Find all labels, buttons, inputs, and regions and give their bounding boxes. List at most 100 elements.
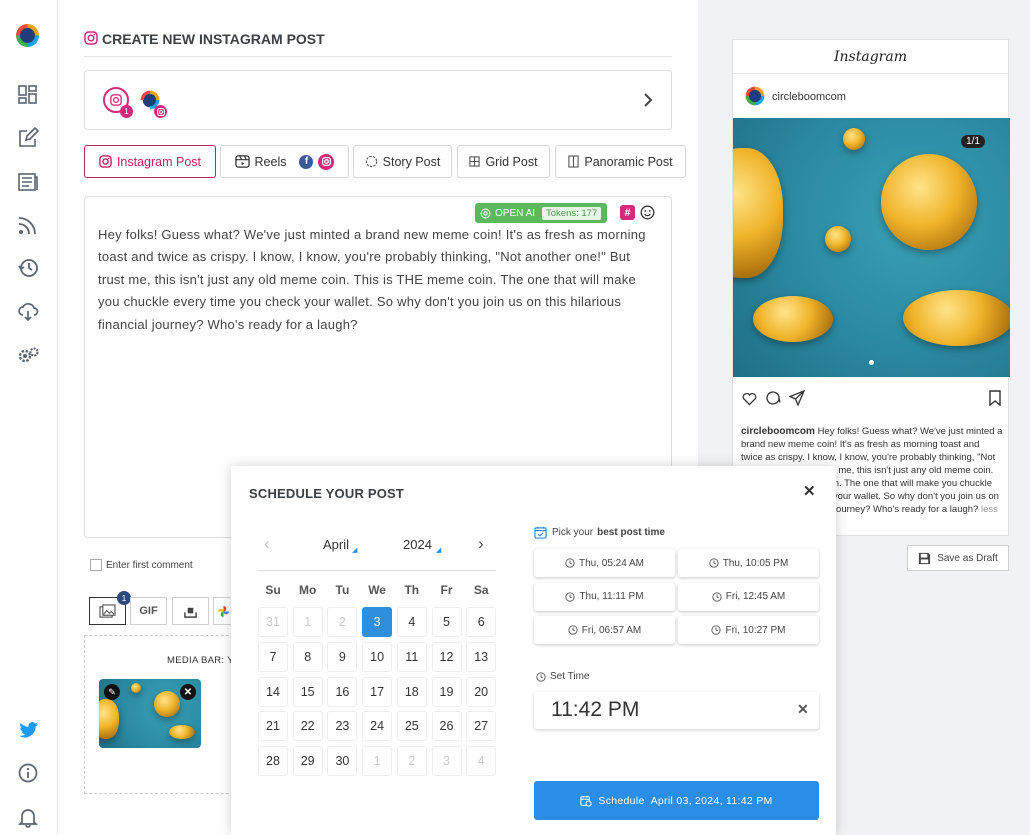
- tab-reels[interactable]: Reels f: [220, 145, 349, 178]
- calendar-day[interactable]: 7: [258, 641, 288, 672]
- grid-icon: [469, 156, 481, 167]
- bookmark-icon[interactable]: [988, 390, 1002, 407]
- rss-icon[interactable]: [17, 214, 39, 236]
- chevron-left-icon[interactable]: ‹: [264, 534, 270, 554]
- tab-instagram-post[interactable]: Instagram Post: [84, 145, 216, 178]
- best-time-prefix: Pick your: [552, 527, 594, 538]
- calendar-day[interactable]: 27: [466, 711, 497, 742]
- save-draft-button[interactable]: Save as Draft: [907, 545, 1009, 571]
- tab-label: Instagram Post: [116, 154, 202, 169]
- best-time-option[interactable]: Fri, 06:57 AM: [534, 616, 675, 644]
- media-count-badge: 1: [117, 591, 131, 605]
- best-time-heading: Pick your best post time: [534, 526, 665, 539]
- weekday-header: Tu: [335, 583, 350, 597]
- coin-image: [843, 128, 865, 150]
- best-time-option[interactable]: Fri, 12:45 AM: [678, 582, 819, 611]
- circleboom-logo[interactable]: [14, 22, 41, 49]
- tab-grid-post[interactable]: Grid Post: [457, 145, 550, 178]
- calendar-day[interactable]: 15: [292, 676, 323, 707]
- share-icon[interactable]: [788, 389, 806, 407]
- compose-icon[interactable]: [17, 127, 39, 149]
- remove-image-icon[interactable]: ✕: [180, 684, 196, 700]
- calendar-day[interactable]: 4: [396, 607, 427, 637]
- clock-icon: [712, 591, 722, 602]
- first-comment-checkbox[interactable]: [90, 559, 102, 571]
- chevron-right-icon[interactable]: ›: [478, 534, 484, 554]
- best-time-bold: best post time: [597, 527, 665, 538]
- calendar-day[interactable]: 12: [431, 641, 462, 672]
- media-thumbnail[interactable]: ✎ ✕: [99, 679, 201, 748]
- emoji-icon[interactable]: [640, 205, 655, 220]
- heart-icon[interactable]: [741, 390, 758, 406]
- comment-icon[interactable]: [765, 390, 781, 406]
- calendar-day[interactable]: 23: [327, 711, 358, 742]
- best-time-option[interactable]: Thu, 05:24 AM: [534, 549, 675, 577]
- dashboard-icon[interactable]: [17, 84, 39, 106]
- calendar-day[interactable]: 17: [362, 676, 393, 707]
- carousel-dot: [869, 360, 874, 365]
- calendar-day[interactable]: 16: [327, 676, 358, 707]
- edit-image-icon[interactable]: ✎: [104, 684, 120, 700]
- calendar-day[interactable]: 19: [431, 676, 462, 707]
- calendar-day[interactable]: 11: [396, 641, 427, 672]
- google-photos-button[interactable]: [213, 597, 233, 625]
- year-value: 2024: [403, 537, 432, 552]
- side-navigation: [0, 0, 58, 835]
- calendar-day[interactable]: 8: [292, 641, 323, 672]
- caption-less-link[interactable]: less: [981, 504, 998, 515]
- calendar-day[interactable]: 18: [396, 676, 427, 707]
- month-select[interactable]: April ◢: [323, 537, 357, 554]
- best-time-option[interactable]: Fri, 10:27 PM: [678, 616, 819, 644]
- cloud-icon[interactable]: [17, 300, 39, 322]
- chevron-right-icon[interactable]: [641, 91, 655, 109]
- calendar-day-selected[interactable]: 3: [362, 607, 393, 637]
- set-time-label: Set Time: [536, 671, 589, 682]
- twitter-icon[interactable]: [17, 719, 39, 741]
- google-photos-icon: [217, 605, 230, 617]
- thumbnail-coin: [99, 699, 119, 739]
- close-icon[interactable]: ✕: [803, 482, 816, 500]
- gif-button[interactable]: GIF: [130, 597, 167, 625]
- bell-icon[interactable]: [17, 806, 39, 828]
- openai-button[interactable]: OPEN AI Tokens: 177: [475, 203, 607, 223]
- settings-icon[interactable]: [17, 344, 39, 366]
- schedule-button[interactable]: Schedule April 03, 2024, 11:42 PM: [534, 781, 819, 820]
- calendar-day[interactable]: 5: [431, 607, 462, 637]
- calendar-day[interactable]: 20: [466, 676, 497, 707]
- tab-story-post[interactable]: Story Post: [353, 145, 452, 178]
- clear-time-icon[interactable]: ✕: [797, 701, 809, 718]
- reels-icon: [234, 155, 250, 168]
- calendar-day[interactable]: 9: [327, 641, 358, 672]
- upload-icon: [184, 607, 197, 618]
- calendar-day[interactable]: 21: [258, 711, 288, 742]
- calendar-day[interactable]: 29: [292, 746, 323, 777]
- info-icon[interactable]: [17, 762, 39, 784]
- calendar-day[interactable]: 25: [396, 711, 427, 742]
- best-time-label: Fri, 06:57 AM: [581, 624, 642, 636]
- openai-icon: [480, 208, 491, 218]
- best-time-option[interactable]: Thu, 10:05 PM: [678, 549, 819, 577]
- calendar-day[interactable]: 22: [292, 711, 323, 742]
- calendar-day[interactable]: 28: [258, 746, 288, 777]
- post-text[interactable]: Hey folks! Guess what? We've just minted…: [98, 224, 660, 336]
- calendar-day[interactable]: 24: [362, 711, 393, 742]
- posts-icon[interactable]: [17, 171, 39, 193]
- account-selector[interactable]: 1: [84, 70, 672, 130]
- calendar-day[interactable]: 6: [466, 607, 497, 637]
- best-time-label: Thu, 10:05 PM: [722, 557, 789, 569]
- calendar-day: 1: [362, 746, 393, 777]
- calendar-day[interactable]: 14: [258, 676, 288, 707]
- history-icon[interactable]: [17, 257, 39, 279]
- calendar-day[interactable]: 30: [327, 746, 358, 777]
- first-comment-label[interactable]: Enter first comment: [106, 560, 193, 571]
- calendar-day[interactable]: 26: [431, 711, 462, 742]
- calendar-day[interactable]: 13: [466, 641, 497, 672]
- upload-button[interactable]: [172, 597, 209, 625]
- tab-panoramic-post[interactable]: Panoramic Post: [555, 145, 686, 178]
- time-value: 11:42 PM: [551, 698, 640, 721]
- year-select[interactable]: 2024 ◢: [403, 537, 441, 554]
- best-time-option[interactable]: Thu, 11:11 PM: [534, 582, 675, 611]
- calendar-day[interactable]: 10: [362, 641, 393, 672]
- time-input[interactable]: 11:42 PM ✕: [534, 692, 819, 729]
- hashtag-icon[interactable]: #: [620, 205, 635, 220]
